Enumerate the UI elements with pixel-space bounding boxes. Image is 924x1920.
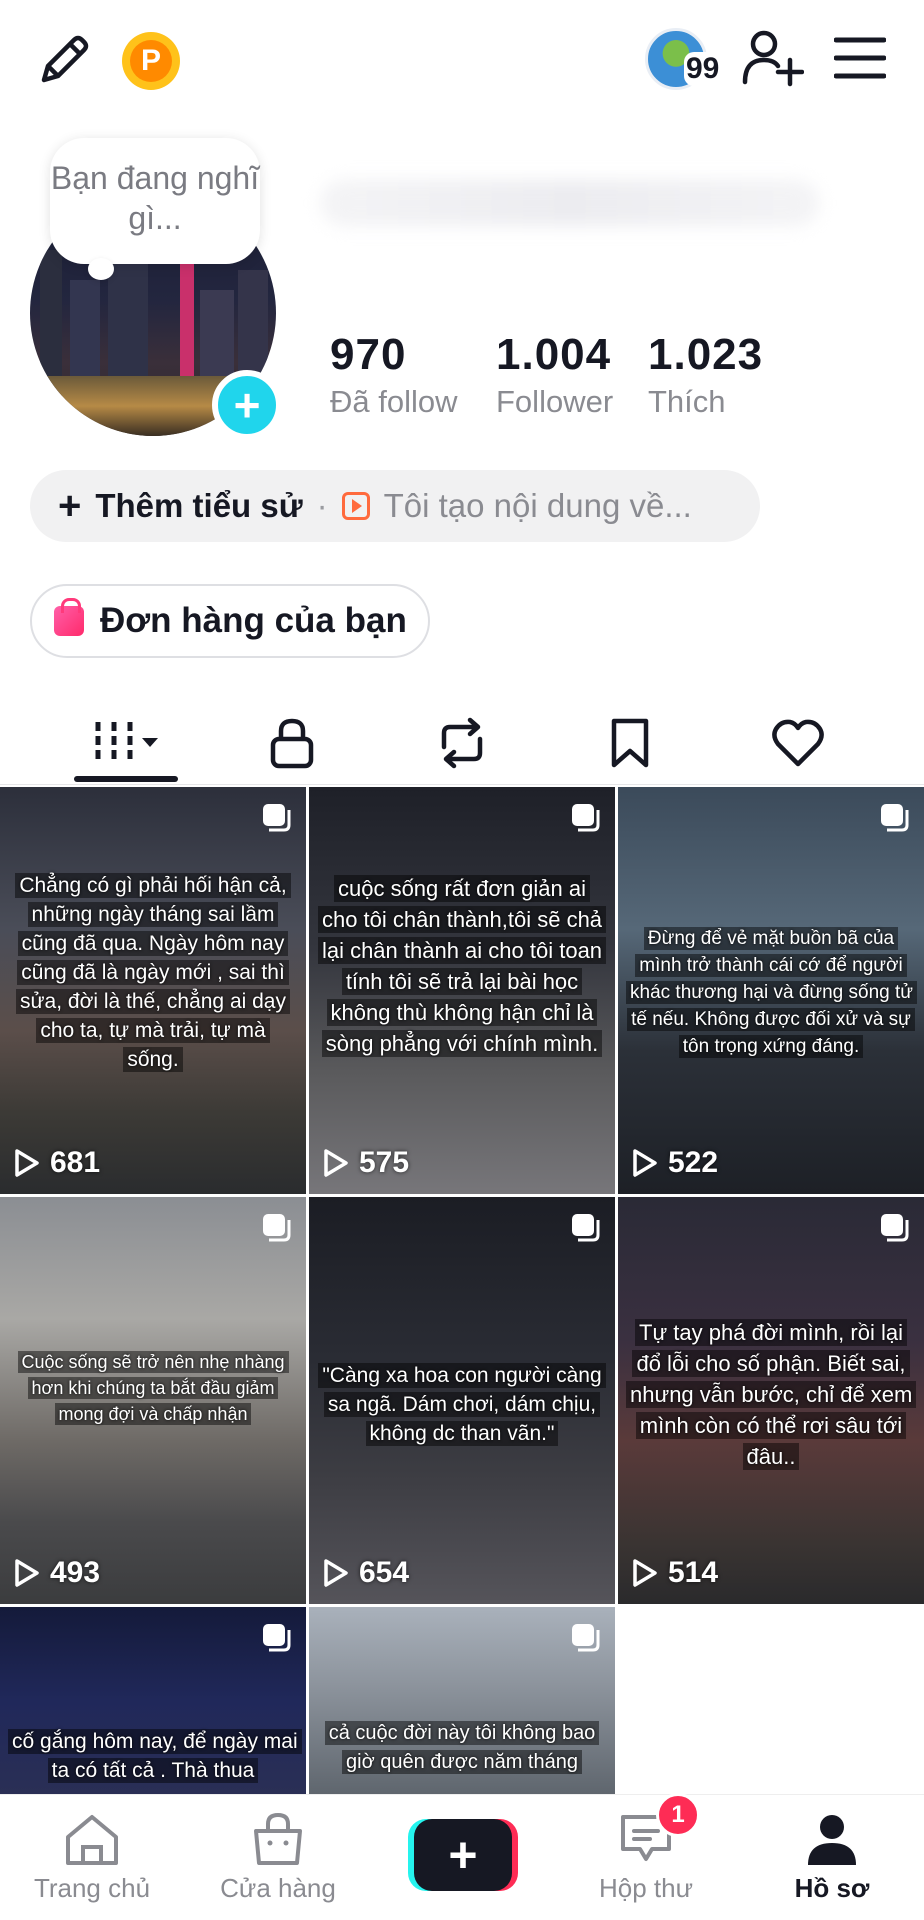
play-icon [633, 1149, 657, 1177]
video-thumbnail[interactable]: cuộc sống rất đơn giản ai cho tôi chân t… [309, 787, 615, 1194]
tab-private[interactable] [240, 700, 344, 786]
top-bar: P 99 [0, 0, 924, 120]
video-caption: cuộc sống rất đơn giản ai cho tôi chân t… [317, 875, 607, 1057]
create-button[interactable]: + [408, 1819, 518, 1891]
orders-button[interactable]: Đơn hàng của bạn [30, 584, 430, 658]
multi-photo-icon [572, 1624, 600, 1652]
plus-icon: + [58, 483, 82, 528]
view-count: 493 [50, 1556, 101, 1589]
multi-photo-icon [881, 804, 909, 832]
creator-play-icon [341, 492, 370, 520]
tab-videos[interactable] [70, 700, 180, 786]
multi-photo-icon [263, 804, 291, 832]
video-caption: Đừng để vẻ mặt buồn bã của mình trở thàn… [626, 927, 918, 1058]
stat-likes[interactable]: 1.023 Thích [648, 330, 763, 420]
likes-label: Thích [648, 384, 726, 419]
followers-count: 1.004 [496, 330, 612, 379]
nav-inbox[interactable]: Hộp thư [556, 1795, 736, 1920]
view-count: 514 [668, 1556, 719, 1589]
view-count: 681 [50, 1146, 101, 1179]
bottom-nav: Trang chủ Cửa hàng + Hộp thư 1 Hồ sơ [0, 1793, 924, 1920]
add-avatar-button[interactable]: + [212, 370, 282, 440]
video-thumbnail[interactable]: Tự tay phá đời mình, rồi lại đổ lỗi cho … [618, 1197, 924, 1604]
thought-bubble[interactable]: Bạn đang nghĩ gì... [50, 138, 260, 264]
profile-tabs [0, 700, 924, 786]
following-label: Đã follow [330, 384, 458, 419]
add-bio-label: Thêm tiểu sử [95, 487, 303, 524]
inbox-badge: 1 [656, 1793, 700, 1837]
tab-reposts[interactable] [410, 700, 514, 786]
bio-pill[interactable]: + Thêm tiểu sử · Tôi tạo nội dung về... [30, 470, 760, 542]
play-icon [633, 1559, 657, 1587]
heart-icon [772, 719, 824, 767]
video-thumbnail[interactable]: Chẳng có gì phải hối hận cả, những ngày … [0, 787, 306, 1194]
bubble-tail [88, 258, 114, 280]
stat-followers[interactable]: 1.004 Follower [496, 330, 613, 420]
video-caption: Cuộc sống sẽ trở nên nhẹ nhàng hơn khi c… [17, 1351, 289, 1425]
add-user-icon[interactable] [742, 28, 804, 90]
multi-photo-icon [881, 1214, 909, 1242]
bio-separator: · [316, 487, 328, 524]
tabs-divider [0, 784, 924, 785]
play-icon [324, 1559, 348, 1587]
shopping-bag-icon [54, 598, 84, 636]
shop-bag-icon [254, 1812, 302, 1865]
play-icon [324, 1149, 348, 1177]
view-count: 575 [359, 1146, 410, 1179]
thought-bubble-text: Bạn đang nghĩ gì... [50, 160, 260, 236]
nav-shop-label: Cửa hàng [220, 1873, 336, 1903]
nav-home[interactable]: Trang chủ [2, 1795, 182, 1920]
profile-icon [808, 1815, 856, 1865]
followers-label: Follower [496, 384, 614, 419]
nav-profile[interactable]: Hồ sơ [742, 1795, 922, 1920]
lock-icon [270, 718, 314, 769]
stat-following[interactable]: 970 Đã follow [330, 330, 458, 420]
video-caption: cố gắng hôm nay, để ngày mai ta có tất c… [8, 1729, 302, 1783]
video-caption: cả cuộc đời này tôi không bao giờ quên đ… [324, 1721, 600, 1774]
multi-photo-icon [572, 1214, 600, 1242]
video-caption: "Càng xa hoa con người càng sa ngã. Dám … [318, 1363, 606, 1446]
video-thumbnail[interactable]: cả cuộc đời này tôi không bao giờ quên đ… [309, 1607, 615, 1794]
video-thumbnail[interactable]: cố gắng hôm nay, để ngày mai ta có tất c… [0, 1607, 306, 1794]
bookmark-icon [611, 718, 649, 768]
creator-description: Tôi tạo nội dung về... [383, 487, 692, 524]
nav-home-label: Trang chủ [33, 1873, 151, 1903]
multi-photo-icon [263, 1624, 291, 1652]
tab-liked[interactable] [746, 700, 850, 786]
home-icon [66, 1815, 118, 1865]
video-thumbnail[interactable]: "Càng xa hoa con người càng sa ngã. Dám … [309, 1197, 615, 1604]
play-icon [15, 1559, 39, 1587]
nav-shop[interactable]: Cửa hàng [188, 1795, 368, 1920]
plus-icon: + [414, 1819, 512, 1891]
following-count: 970 [330, 330, 407, 379]
video-thumbnail[interactable]: Cuộc sống sẽ trở nên nhẹ nhàng hơn khi c… [0, 1197, 306, 1604]
tab-favorites[interactable] [578, 700, 682, 786]
coins-icon[interactable]: P [122, 32, 180, 90]
repost-icon [441, 717, 483, 769]
coin-letter: P [130, 40, 172, 82]
video-caption: Tự tay phá đời mình, rồi lại đổ lỗi cho … [626, 1319, 917, 1470]
multi-photo-icon [572, 804, 600, 832]
nav-profile-label: Hồ sơ [794, 1873, 870, 1903]
likes-count: 1.023 [648, 330, 764, 379]
pencil-icon[interactable] [34, 30, 94, 90]
active-tab-indicator [74, 776, 178, 782]
view-count: 522 [668, 1146, 719, 1179]
friends-count-badge: 99 [684, 52, 722, 86]
play-icon [15, 1149, 39, 1177]
video-thumbnail[interactable]: Đừng để vẻ mặt buồn bã của mình trở thàn… [618, 787, 924, 1194]
multi-photo-icon [263, 1214, 291, 1242]
orders-label: Đơn hàng của bạn [100, 601, 407, 640]
video-caption: Chẳng có gì phải hối hận cả, những ngày … [15, 873, 291, 1072]
nav-inbox-label: Hộp thư [598, 1873, 693, 1903]
username-blurred [320, 180, 820, 226]
grid-icon [95, 722, 158, 764]
menu-icon[interactable] [834, 36, 886, 80]
view-count: 654 [359, 1556, 410, 1589]
